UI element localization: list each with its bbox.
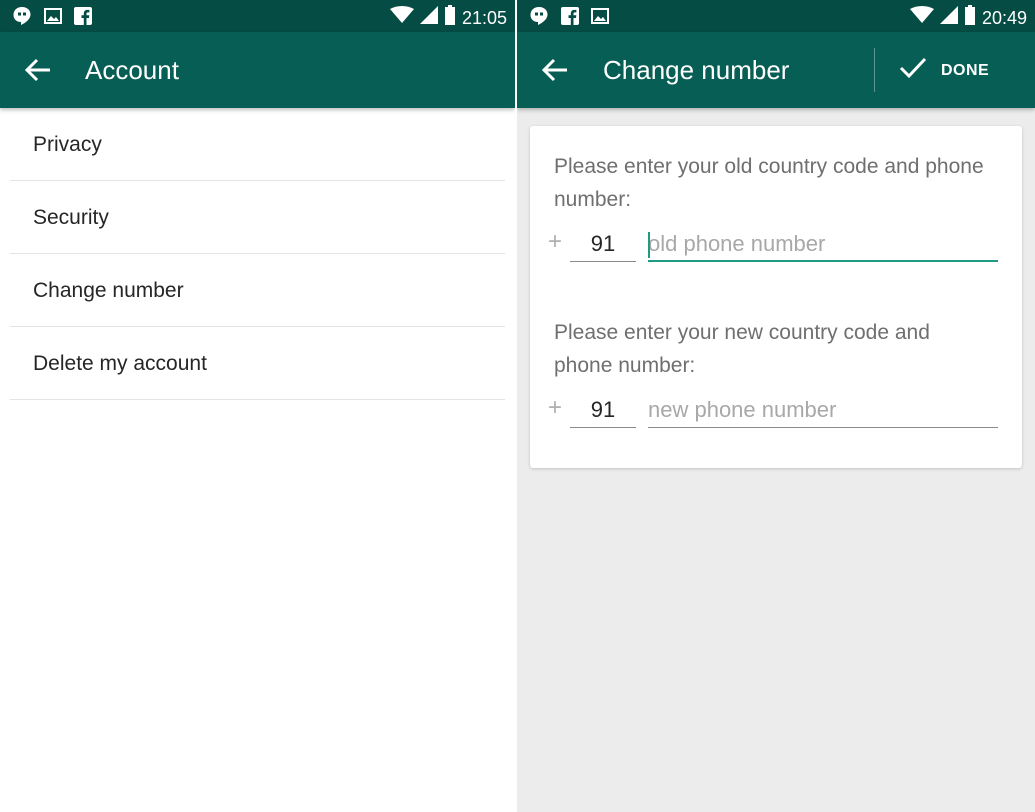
page-title: Change number [603, 55, 790, 85]
image-icon [44, 7, 62, 30]
arrow-left-icon[interactable] [24, 56, 54, 84]
hangouts-icon [12, 6, 32, 31]
image-icon [591, 7, 609, 30]
old-plus-sign: + [548, 228, 563, 255]
old-phone-placeholder: old phone number [648, 231, 826, 256]
old-number-prompt: Please enter your old country code and p… [554, 155, 984, 211]
change-number-card: Please enter your old country code and p… [530, 126, 1022, 468]
signal-icon [939, 6, 958, 29]
account-screen: 21:05 Account Privacy Security Change nu… [0, 0, 515, 812]
text-cursor [648, 232, 650, 258]
menu-item-label: Privacy [33, 133, 102, 156]
facebook-icon [74, 7, 92, 30]
check-icon [899, 56, 927, 85]
menu-item-delete-account[interactable]: Delete my account [0, 327, 515, 400]
new-phone-number-input[interactable]: new phone number [648, 394, 998, 428]
wifi-icon [909, 6, 934, 29]
done-button[interactable]: DONE [899, 56, 989, 85]
app-bar: Change number DONE [517, 32, 1035, 108]
battery-icon [964, 5, 976, 30]
account-menu: Privacy Security Change number Delete my… [0, 108, 515, 400]
status-time: 20:49 [981, 7, 1027, 28]
page-title: Account [85, 55, 179, 85]
status-bar: 21:05 [0, 0, 515, 32]
menu-item-security[interactable]: Security [0, 181, 515, 254]
facebook-icon [561, 7, 579, 30]
done-label: DONE [941, 61, 990, 79]
old-country-code-input[interactable]: 91 [570, 228, 636, 262]
change-number-screen: 20:49 Change number DONE Please enter yo… [517, 0, 1035, 812]
status-bar: 20:49 [517, 0, 1035, 32]
menu-item-label: Change number [33, 279, 184, 302]
arrow-left-icon[interactable] [541, 56, 571, 84]
new-plus-sign: + [548, 394, 563, 421]
menu-item-change-number[interactable]: Change number [0, 254, 515, 327]
app-bar: Account [0, 32, 515, 108]
new-number-prompt: Please enter your new country code and p… [554, 321, 930, 377]
hangouts-icon [529, 6, 549, 31]
new-country-code-input[interactable]: 91 [570, 394, 636, 428]
menu-item-privacy[interactable]: Privacy [0, 108, 515, 181]
menu-item-label: Security [33, 206, 109, 229]
wifi-icon [389, 6, 414, 29]
status-time: 21:05 [461, 7, 507, 28]
old-phone-number-input[interactable]: old phone number [648, 228, 998, 262]
new-phone-placeholder: new phone number [648, 397, 837, 422]
toolbar-separator [874, 48, 875, 92]
battery-icon [444, 5, 456, 30]
signal-icon [419, 6, 438, 29]
menu-item-label: Delete my account [33, 352, 207, 375]
